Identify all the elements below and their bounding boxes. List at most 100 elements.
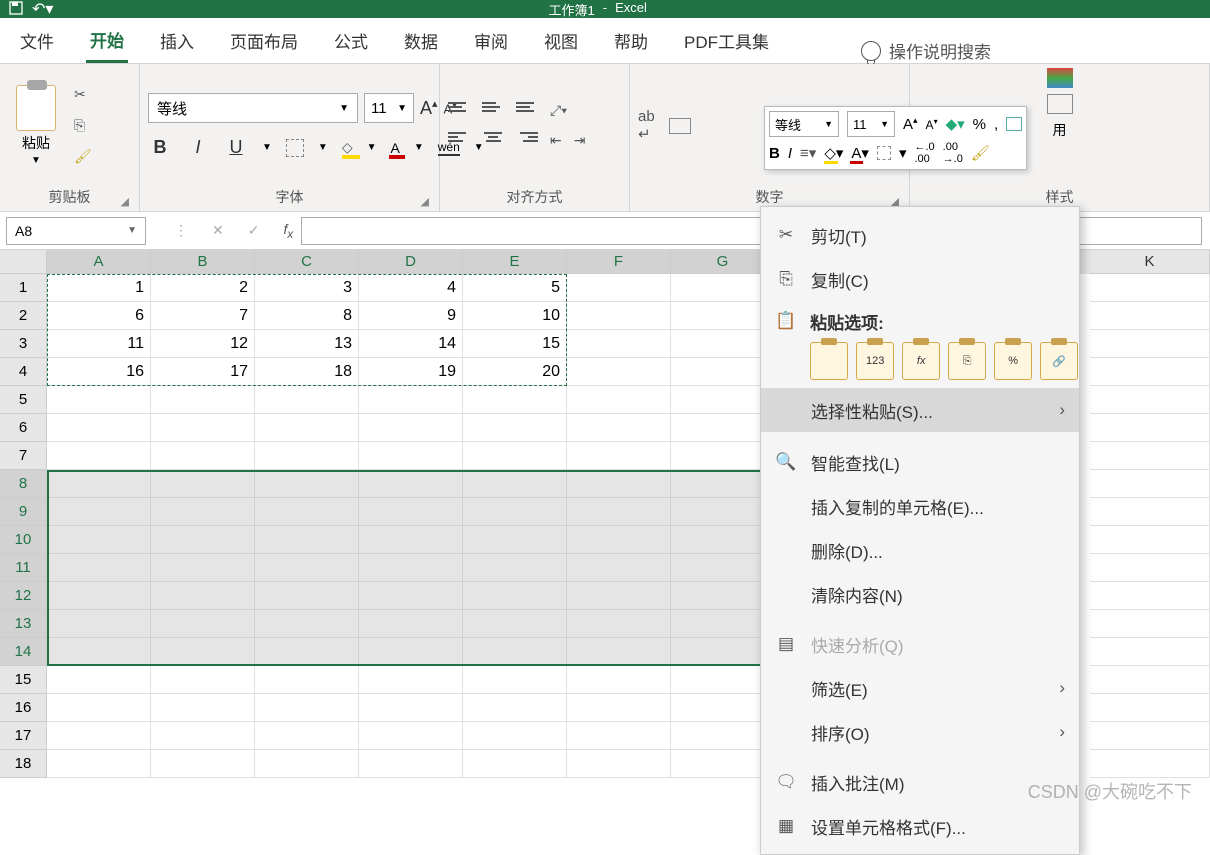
copy-icon[interactable]: ⎘ <box>74 117 92 134</box>
merge-icon[interactable] <box>669 118 691 134</box>
row-header[interactable]: 15 <box>0 666 47 694</box>
mini-align-icon[interactable]: ≡▾ <box>800 144 816 162</box>
cell[interactable] <box>1090 750 1210 778</box>
cell[interactable] <box>47 582 151 610</box>
cell[interactable] <box>359 750 463 778</box>
cell[interactable] <box>151 666 255 694</box>
undo-icon[interactable]: ↶▾ <box>32 0 53 19</box>
cell[interactable] <box>1090 554 1210 582</box>
tab-view[interactable]: 视图 <box>540 28 582 63</box>
cell[interactable] <box>255 442 359 470</box>
ctx-filter[interactable]: 筛选(E)› <box>761 666 1079 710</box>
tell-me-search[interactable]: 操作说明搜索 <box>861 38 991 63</box>
cell[interactable] <box>359 666 463 694</box>
cell[interactable]: 8 <box>255 302 359 330</box>
cell[interactable] <box>1090 498 1210 526</box>
row-header[interactable]: 17 <box>0 722 47 750</box>
tab-help[interactable]: 帮助 <box>610 28 652 63</box>
mini-bold-button[interactable]: B <box>769 145 780 162</box>
enter-icon[interactable]: ✓ <box>248 222 260 239</box>
indent-right-icon[interactable]: ⇥ <box>574 132 586 150</box>
cell[interactable]: 2 <box>151 274 255 302</box>
col-header-d[interactable]: D <box>359 250 463 274</box>
cell[interactable] <box>47 386 151 414</box>
paste-opt-formulas[interactable]: fx <box>902 342 940 380</box>
cell[interactable] <box>47 610 151 638</box>
cell[interactable] <box>151 610 255 638</box>
cell[interactable] <box>1090 610 1210 638</box>
ctx-sort[interactable]: 排序(O)› <box>761 710 1079 754</box>
cell[interactable] <box>463 470 567 498</box>
row-header[interactable]: 18 <box>0 750 47 778</box>
row-header[interactable]: 10 <box>0 526 47 554</box>
underline-button[interactable]: U <box>224 137 248 158</box>
cell[interactable] <box>463 442 567 470</box>
cell[interactable] <box>47 666 151 694</box>
cell[interactable]: 5 <box>463 274 567 302</box>
cell[interactable] <box>1090 526 1210 554</box>
cell[interactable]: 18 <box>255 358 359 386</box>
cell[interactable] <box>359 414 463 442</box>
cell[interactable]: 7 <box>151 302 255 330</box>
tab-file[interactable]: 文件 <box>16 28 58 63</box>
align-center-icon[interactable] <box>482 132 504 150</box>
paste-opt-default[interactable] <box>810 342 848 380</box>
cut-icon[interactable]: ✂ <box>74 86 92 103</box>
cell[interactable] <box>255 554 359 582</box>
mini-dec-dec-icon[interactable]: .00→.0 <box>943 141 963 165</box>
cell[interactable] <box>255 498 359 526</box>
paste-button[interactable]: 粘贴 ▼ <box>8 85 64 166</box>
fx-icon[interactable]: fx <box>283 221 293 241</box>
cell[interactable] <box>255 750 359 778</box>
bold-button[interactable]: B <box>148 137 172 158</box>
cell[interactable] <box>151 526 255 554</box>
cell[interactable] <box>151 414 255 442</box>
tab-data[interactable]: 数据 <box>400 28 442 63</box>
row-header[interactable]: 9 <box>0 498 47 526</box>
italic-button[interactable]: I <box>186 137 210 158</box>
mini-italic-button[interactable]: I <box>788 145 792 162</box>
save-icon[interactable] <box>8 0 24 19</box>
ctx-copy[interactable]: ⎘复制(C) <box>761 257 1079 301</box>
paste-opt-link[interactable]: 🔗 <box>1040 342 1078 380</box>
cell[interactable] <box>567 470 671 498</box>
cell[interactable] <box>151 386 255 414</box>
cell[interactable] <box>1090 638 1210 666</box>
cell[interactable] <box>359 610 463 638</box>
ctx-insert-copied[interactable]: 插入复制的单元格(E)... <box>761 484 1079 528</box>
cell[interactable] <box>567 610 671 638</box>
cell[interactable] <box>567 582 671 610</box>
tab-formulas[interactable]: 公式 <box>330 28 372 63</box>
mini-shrink-icon[interactable]: A▾ <box>926 117 938 132</box>
col-header-e[interactable]: E <box>463 250 567 274</box>
row-header[interactable]: 13 <box>0 610 47 638</box>
mini-style-icon[interactable]: ◆▾ <box>946 115 965 133</box>
cell[interactable] <box>1090 274 1210 302</box>
cell[interactable] <box>359 442 463 470</box>
dialog-launcher-icon[interactable]: ◢ <box>121 195 129 208</box>
cell[interactable] <box>47 414 151 442</box>
tab-insert[interactable]: 插入 <box>156 28 198 63</box>
cell[interactable] <box>463 498 567 526</box>
col-header-c[interactable]: C <box>255 250 359 274</box>
cell[interactable] <box>463 666 567 694</box>
cell[interactable] <box>1090 442 1210 470</box>
cell[interactable] <box>463 386 567 414</box>
row-header[interactable]: 8 <box>0 470 47 498</box>
dialog-launcher-icon[interactable]: ◢ <box>421 195 429 208</box>
cell[interactable] <box>1090 358 1210 386</box>
cell[interactable] <box>567 358 671 386</box>
cell[interactable] <box>151 722 255 750</box>
cell[interactable] <box>567 330 671 358</box>
font-color-icon[interactable]: A <box>391 140 400 156</box>
col-header-f[interactable]: F <box>567 250 671 274</box>
cancel-icon[interactable]: ✕ <box>212 222 224 239</box>
cell[interactable] <box>463 638 567 666</box>
mini-dec-inc-icon[interactable]: ←.0.00 <box>914 141 934 165</box>
cell[interactable] <box>255 666 359 694</box>
align-top-icon[interactable] <box>448 102 470 120</box>
cell[interactable]: 15 <box>463 330 567 358</box>
ctx-format-cells[interactable]: ▦设置单元格格式(F)... <box>761 804 1079 848</box>
cell[interactable] <box>567 302 671 330</box>
row-header[interactable]: 1 <box>0 274 47 302</box>
